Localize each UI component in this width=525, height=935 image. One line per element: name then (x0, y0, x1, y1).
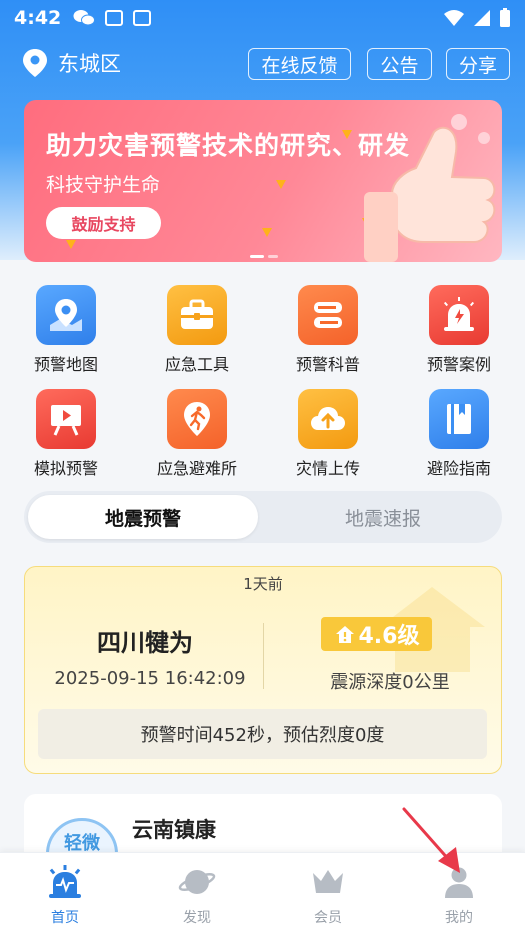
nav-membership[interactable]: 会员 (283, 865, 373, 927)
location-bar: 东城区 在线反馈 公告 分享 (0, 44, 525, 84)
running-person-icon (167, 389, 227, 449)
support-button[interactable]: 鼓励支持 (46, 207, 161, 239)
planet-icon (178, 870, 216, 894)
confetti-shape (262, 228, 272, 237)
nav-label: 首页 (51, 910, 79, 926)
magnitude-badge: 4.6级 (321, 617, 432, 651)
confetti-shape (66, 240, 76, 249)
quake-warning-card[interactable]: 1天前 四川犍为 2025-09-15 16:42:09 4.6级 震源深度0公… (24, 566, 502, 774)
grid-item-label: 避险指南 (426, 459, 491, 478)
grid-item-label: 预警案例 (426, 355, 491, 374)
banner-subtitle: 科技守护生命 (46, 174, 161, 196)
tab-earthquake-report[interactable]: 地震速报 (268, 495, 498, 539)
grid-item-label: 预警科普 (295, 355, 360, 374)
grid-item-warning-cases[interactable]: 预警案例 (399, 285, 519, 375)
grid-item-label: 应急避难所 (156, 459, 237, 478)
nav-label: 发现 (183, 910, 211, 926)
app-a-icon (105, 10, 124, 26)
quake-location: 云南镇康 (132, 818, 216, 842)
grid-item-label: 预警地图 (33, 355, 98, 374)
signal-icon (474, 10, 490, 26)
location-selector[interactable]: 东城区 (22, 48, 121, 78)
quake-tabs: 地震预警 地震速报 (24, 491, 502, 543)
wechat-icon (73, 10, 96, 26)
grid-item-shelter[interactable]: 应急避难所 (137, 389, 257, 479)
book-stack-icon (298, 285, 358, 345)
quake-location: 四川犍为 (97, 629, 193, 657)
crown-icon (313, 870, 343, 893)
presentation-icon (36, 389, 96, 449)
grid-item-simulated-warning[interactable]: 模拟预警 (6, 389, 126, 479)
map-pin-icon (36, 285, 96, 345)
grid-item-disaster-upload[interactable]: 灾情上传 (268, 389, 388, 479)
warning-summary: 预警时间452秒，预估烈度0度 (38, 709, 487, 759)
nav-label: 我的 (445, 910, 473, 926)
feedback-button[interactable]: 在线反馈 (248, 48, 351, 80)
grid-item-safety-guide[interactable]: 避险指南 (399, 389, 519, 479)
quake-datetime: 2025-09-15 16:42:09 (54, 668, 246, 689)
announcement-button[interactable]: 公告 (367, 48, 432, 80)
confetti-shape (276, 180, 286, 189)
battery-icon (500, 8, 510, 27)
time-ago: 1天前 (243, 575, 283, 593)
nav-label: 会员 (314, 910, 342, 926)
divider (263, 623, 264, 689)
status-bar: 4:42 (0, 0, 525, 36)
guide-book-icon (429, 389, 489, 449)
carousel-dots (250, 255, 278, 258)
house-alert-icon (335, 626, 354, 643)
annotation-arrow (402, 807, 460, 873)
alarm-pulse-icon (49, 865, 81, 898)
grid-item-warning-science[interactable]: 预警科普 (268, 285, 388, 375)
quake-depth: 震源深度0公里 (330, 672, 450, 693)
grid-item-warning-map[interactable]: 预警地图 (6, 285, 126, 375)
status-time: 4:42 (14, 7, 62, 29)
location-label: 东城区 (58, 52, 121, 76)
nav-discover[interactable]: 发现 (152, 865, 242, 927)
tab-earthquake-warning[interactable]: 地震预警 (28, 495, 258, 539)
grid-item-label: 应急工具 (164, 355, 229, 374)
share-button[interactable]: 分享 (446, 48, 510, 80)
magnitude-value: 4.6级 (358, 624, 420, 649)
promo-banner[interactable]: 助力灾害预警技术的研究、研发 科技守护生命 鼓励支持 (24, 100, 502, 262)
cloud-upload-icon (298, 389, 358, 449)
wifi-icon (444, 10, 464, 26)
location-pin-icon (23, 49, 47, 77)
nav-home[interactable]: 首页 (20, 865, 110, 927)
grid-item-emergency-tools[interactable]: 应急工具 (137, 285, 257, 375)
grid-item-label: 灾情上传 (295, 459, 360, 478)
grid-item-label: 模拟预警 (33, 459, 98, 478)
alarm-light-icon (429, 285, 489, 345)
toolbox-icon (167, 285, 227, 345)
banner-title: 助力灾害预警技术的研究、研发 (46, 131, 411, 160)
shopping-icon (133, 10, 152, 26)
